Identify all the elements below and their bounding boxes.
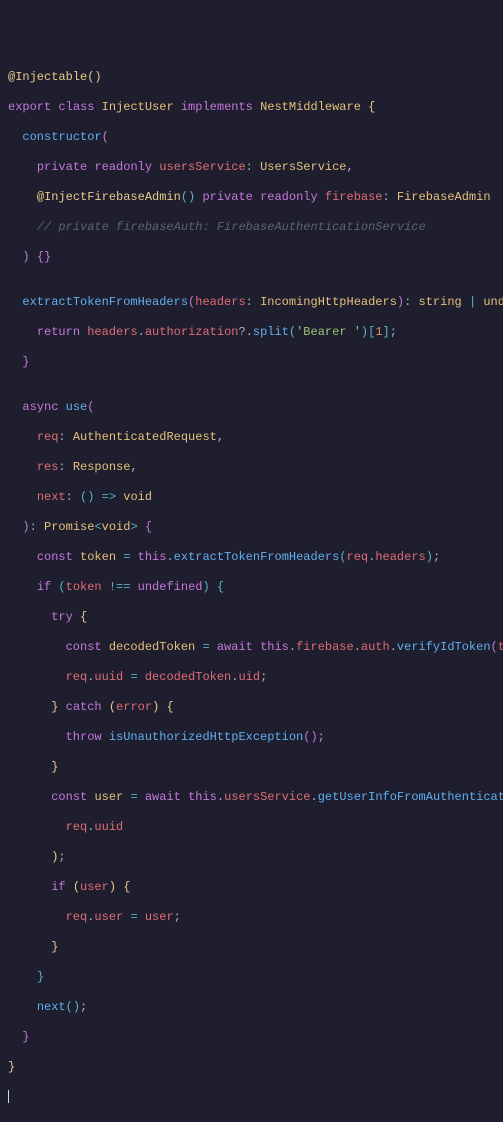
code-line: } [8, 1060, 495, 1075]
code-line: ); [8, 850, 495, 865]
code-line [8, 1090, 495, 1105]
code-line: const decodedToken = await this.firebase… [8, 640, 495, 655]
code-line: req.uuid [8, 820, 495, 835]
code-line: res: Response, [8, 460, 495, 475]
code-line: private readonly usersService: UsersServ… [8, 160, 495, 175]
code-line: return headers.authorization?.split('Bea… [8, 325, 495, 340]
code-line: req: AuthenticatedRequest, [8, 430, 495, 445]
code-line: if (user) { [8, 880, 495, 895]
code-line: next: () => void [8, 490, 495, 505]
code-line: try { [8, 610, 495, 625]
code-line: ): Promise<void> { [8, 520, 495, 535]
code-line: if (token !== undefined) { [8, 580, 495, 595]
code-line: } [8, 1030, 495, 1045]
code-line: } [8, 970, 495, 985]
code-line: @Injectable() [8, 70, 495, 85]
code-line: export class InjectUser implements NestM… [8, 100, 495, 115]
code-line: const user = await this.usersService.get… [8, 790, 495, 805]
code-line: const token = this.extractTokenFromHeade… [8, 550, 495, 565]
code-line: constructor( [8, 130, 495, 145]
code-line: } catch (error) { [8, 700, 495, 715]
code-line: } [8, 940, 495, 955]
decorator: @Injectable [8, 70, 87, 84]
text-cursor [8, 1090, 9, 1103]
code-line: throw isUnauthorizedHttpException(); [8, 730, 495, 745]
code-line: // private firebaseAuth: FirebaseAuthent… [8, 220, 495, 235]
code-line: extractTokenFromHeaders(headers: Incomin… [8, 295, 495, 310]
code-line: async use( [8, 400, 495, 415]
code-line: ) {} [8, 250, 495, 265]
code-line: } [8, 355, 495, 370]
code-line: } [8, 760, 495, 775]
code-line: req.user = user; [8, 910, 495, 925]
code-line: next(); [8, 1000, 495, 1015]
code-editor[interactable]: @Injectable() export class InjectUser im… [8, 70, 495, 1105]
code-line: req.uuid = decodedToken.uid; [8, 670, 495, 685]
code-line: @InjectFirebaseAdmin() private readonly … [8, 190, 495, 205]
comment: // private firebaseAuth: FirebaseAuthent… [37, 220, 426, 234]
